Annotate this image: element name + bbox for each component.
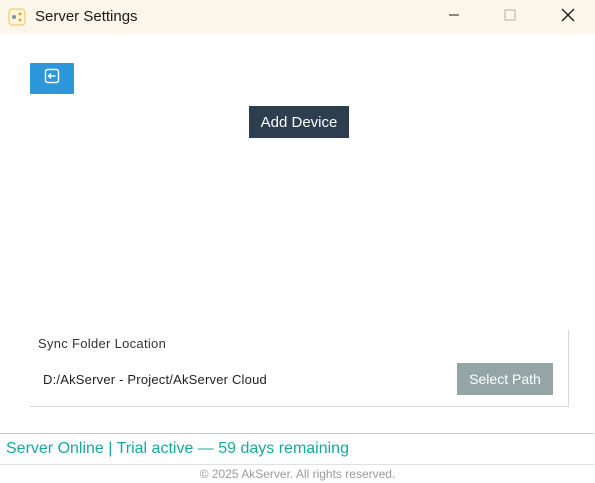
maximize-icon xyxy=(504,8,516,26)
app-logo-icon xyxy=(8,8,26,26)
minimize-icon xyxy=(448,8,460,26)
close-icon xyxy=(561,8,575,27)
select-path-button[interactable]: Select Path xyxy=(457,363,553,395)
sync-folder-panel: Sync Folder Location D:/AkServer - Proje… xyxy=(30,330,569,407)
title-bar[interactable]: Server Settings xyxy=(0,0,595,34)
window-title: Server Settings xyxy=(35,8,138,25)
add-device-button[interactable]: Add Device xyxy=(249,106,349,138)
server-settings-window: Server Settings Add Device Sync Folder L… xyxy=(0,0,595,483)
copyright-footer: © 2025 AkServer. All rights reserved. xyxy=(199,467,396,481)
minimize-button[interactable] xyxy=(431,0,477,34)
maximize-button[interactable] xyxy=(487,0,533,34)
close-button[interactable] xyxy=(545,0,591,34)
status-bar: Server Online | Trial active — 59 days r… xyxy=(0,433,594,465)
back-button[interactable] xyxy=(30,63,74,94)
back-icon xyxy=(44,68,60,89)
server-status-text: Server Online | Trial active — 59 days r… xyxy=(6,440,349,457)
sync-folder-label: Sync Folder Location xyxy=(38,336,167,351)
sync-folder-path: D:/AkServer - Project/AkServer Cloud xyxy=(43,372,267,387)
